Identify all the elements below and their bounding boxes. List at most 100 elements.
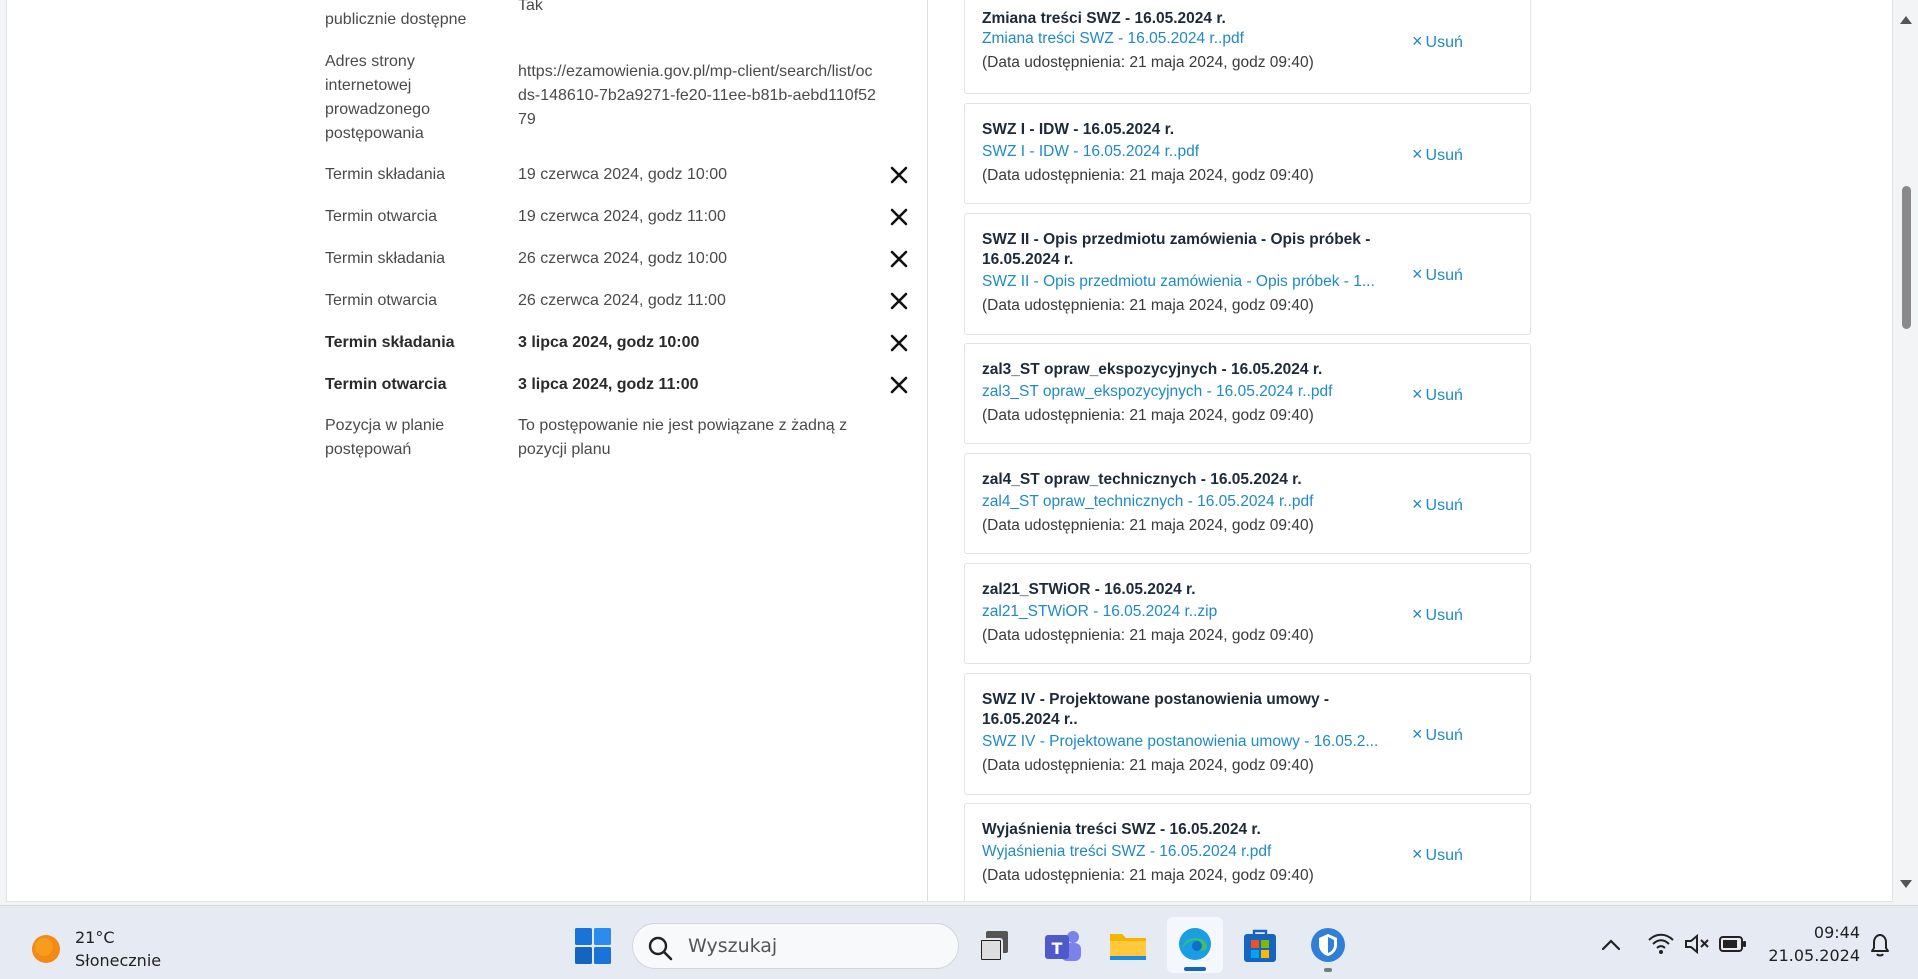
edge-taskbar-button-active[interactable] xyxy=(1167,917,1223,973)
delete-button[interactable]: × Usuń xyxy=(1412,31,1492,53)
detail-label: Termin składania xyxy=(325,334,455,351)
clock-time[interactable]: 09:44 xyxy=(1770,923,1860,942)
close-icon: × xyxy=(1412,144,1423,164)
file-explorer-icon[interactable] xyxy=(1108,928,1148,964)
scrollbar-thumb[interactable] xyxy=(1902,186,1911,329)
wifi-icon[interactable] xyxy=(1647,932,1675,956)
document-card: Wyjaśnienia treści SWZ - 16.05.2024 r. W… xyxy=(964,803,1531,901)
running-app-indicator xyxy=(1324,968,1332,972)
detail-label: Termin składania xyxy=(325,250,446,267)
document-title: Wyjaśnienia treści SWZ - 16.05.2024 r. xyxy=(982,821,1261,838)
document-date: (Data udostępnienia: 21 maja 2024, godz … xyxy=(982,407,1314,424)
browser-window: publicznie dostępne Tak Adres strony int… xyxy=(0,0,1918,905)
weather-widget[interactable]: 21°C Słonecznie xyxy=(20,925,220,970)
search-placeholder: Wyszukaj xyxy=(688,935,778,957)
document-title: SWZ I - IDW - 16.05.2024 r. xyxy=(982,121,1175,138)
document-date: (Data udostępnienia: 21 maja 2024, godz … xyxy=(982,757,1314,774)
close-icon: × xyxy=(1412,264,1423,284)
edge-icon xyxy=(1179,928,1211,960)
remove-date-icon[interactable] xyxy=(887,163,911,187)
active-app-indicator xyxy=(1184,967,1206,971)
document-date: (Data udostępnienia: 21 maja 2024, godz … xyxy=(982,517,1314,534)
document-date: (Data udostępnienia: 21 maja 2024, godz … xyxy=(982,627,1314,644)
scroll-down-arrow-icon[interactable] xyxy=(1900,880,1912,888)
taskbar: 21°C Słonecznie Wyszukaj T 09:44 21.05.2… xyxy=(0,905,1918,979)
delete-button[interactable]: × Usuń xyxy=(1412,604,1492,626)
close-icon: × xyxy=(1412,844,1423,864)
document-card: zal21_STWiOR - 16.05.2024 r. zal21_STWiO… xyxy=(964,563,1531,664)
remove-date-icon[interactable] xyxy=(887,205,911,229)
document-card: Zmiana treści SWZ - 16.05.2024 r. Zmiana… xyxy=(964,0,1531,94)
remove-date-icon[interactable] xyxy=(887,373,911,397)
procedure-url[interactable]: https://ezamowienia.gov.pl/mp-client/sea… xyxy=(518,60,878,132)
delete-button[interactable]: × Usuń xyxy=(1412,844,1492,866)
document-file-link[interactable]: SWZ I - IDW - 16.05.2024 r..pdf xyxy=(982,142,1387,162)
close-icon: × xyxy=(1412,724,1423,744)
detail-label: Termin otwarcia xyxy=(325,208,438,225)
document-date: (Data udostępnienia: 21 maja 2024, godz … xyxy=(982,867,1314,884)
sun-icon xyxy=(32,935,60,963)
page-scrollbar[interactable] xyxy=(1894,0,1918,902)
delete-button[interactable]: × Usuń xyxy=(1412,264,1492,286)
document-file-link[interactable]: zal3_ST opraw_ekspozycyjnych - 16.05.202… xyxy=(982,382,1387,402)
weather-temp: 21°C xyxy=(75,928,115,947)
detail-label: Termin składania xyxy=(325,166,446,183)
document-card: SWZ IV - Projektowane postanowienia umow… xyxy=(964,673,1531,795)
document-file-link[interactable]: Wyjaśnienia treści SWZ - 16.05.2024 r.pd… xyxy=(982,842,1387,862)
document-card: zal3_ST opraw_ekspozycyjnych - 16.05.202… xyxy=(964,343,1531,444)
detail-value: 26 czerwca 2024, godz 10:00 xyxy=(518,250,728,267)
svg-text:T: T xyxy=(1052,939,1063,958)
search-icon xyxy=(648,936,673,961)
document-file-link[interactable]: Zmiana treści SWZ - 16.05.2024 r..pdf xyxy=(982,29,1387,49)
volume-muted-icon[interactable] xyxy=(1683,932,1711,956)
notification-bell-icon[interactable] xyxy=(1868,932,1892,958)
document-title: SWZ II - Opis przedmiotu zamówienia - Op… xyxy=(982,231,1371,268)
detail-value: 19 czerwca 2024, godz 11:00 xyxy=(518,208,726,225)
detail-value: 19 czerwca 2024, godz 10:00 xyxy=(518,166,728,183)
detail-value: 26 czerwca 2024, godz 11:00 xyxy=(518,292,726,309)
document-date: (Data udostępnienia: 21 maja 2024, godz … xyxy=(982,54,1314,71)
document-file-link[interactable]: SWZ II - Opis przedmiotu zamówienia - Op… xyxy=(982,272,1387,292)
remove-date-icon[interactable] xyxy=(887,247,911,271)
close-icon: × xyxy=(1412,384,1423,404)
document-date: (Data udostępnienia: 21 maja 2024, godz … xyxy=(982,297,1314,314)
app-taskbar-button[interactable] xyxy=(1305,924,1351,972)
close-icon: × xyxy=(1412,604,1423,624)
delete-button[interactable]: × Usuń xyxy=(1412,494,1492,516)
teams-icon[interactable]: T xyxy=(1043,927,1083,965)
document-file-link[interactable]: zal21_STWiOR - 16.05.2024 r..zip xyxy=(982,602,1387,622)
document-file-link[interactable]: SWZ IV - Projektowane postanowienia umow… xyxy=(982,732,1387,752)
delete-button[interactable]: × Usuń xyxy=(1412,724,1492,746)
remove-date-icon[interactable] xyxy=(887,331,911,355)
detail-label: Pozycja w planie postępowań xyxy=(325,417,445,458)
microsoft-store-icon[interactable] xyxy=(1242,928,1278,964)
detail-value: To postępowanie nie jest powiązane z żad… xyxy=(518,417,848,458)
detail-label: Termin otwarcia xyxy=(325,376,447,393)
document-title: zal21_STWiOR - 16.05.2024 r. xyxy=(982,581,1196,598)
document-file-link[interactable]: zal4_ST opraw_technicznych - 16.05.2024 … xyxy=(982,492,1387,512)
scroll-up-arrow-icon[interactable] xyxy=(1900,16,1912,24)
column-divider xyxy=(927,0,928,901)
clock-date[interactable]: 21.05.2024 xyxy=(1760,946,1860,965)
windows-start-icon[interactable] xyxy=(574,927,612,965)
detail-label: Termin otwarcia xyxy=(325,292,438,309)
document-title: zal3_ST opraw_ekspozycyjnych - 16.05.202… xyxy=(982,361,1323,378)
task-view-icon[interactable] xyxy=(978,929,1012,963)
delete-button[interactable]: × Usuń xyxy=(1412,144,1492,166)
document-date: (Data udostępnienia: 21 maja 2024, godz … xyxy=(982,167,1314,184)
document-title: Zmiana treści SWZ - 16.05.2024 r. xyxy=(982,10,1226,27)
document-title: SWZ IV - Projektowane postanowienia umow… xyxy=(982,691,1330,728)
document-card: SWZ II - Opis przedmiotu zamówienia - Op… xyxy=(964,213,1531,335)
detail-value: 3 lipca 2024, godz 10:00 xyxy=(518,334,700,351)
remove-date-icon[interactable] xyxy=(887,289,911,313)
page-content: publicznie dostępne Tak Adres strony int… xyxy=(6,0,1893,902)
document-title: zal4_ST opraw_technicznych - 16.05.2024 … xyxy=(982,471,1302,488)
chevron-up-icon[interactable] xyxy=(1600,936,1622,952)
battery-icon[interactable] xyxy=(1719,934,1747,954)
detail-value: 3 lipca 2024, godz 11:00 xyxy=(518,376,699,393)
document-card: SWZ I - IDW - 16.05.2024 r. SWZ I - IDW … xyxy=(964,103,1531,204)
taskbar-search[interactable]: Wyszukaj xyxy=(632,923,959,969)
detail-value: Tak xyxy=(518,0,543,14)
close-icon: × xyxy=(1412,494,1423,514)
delete-button[interactable]: × Usuń xyxy=(1412,384,1492,406)
